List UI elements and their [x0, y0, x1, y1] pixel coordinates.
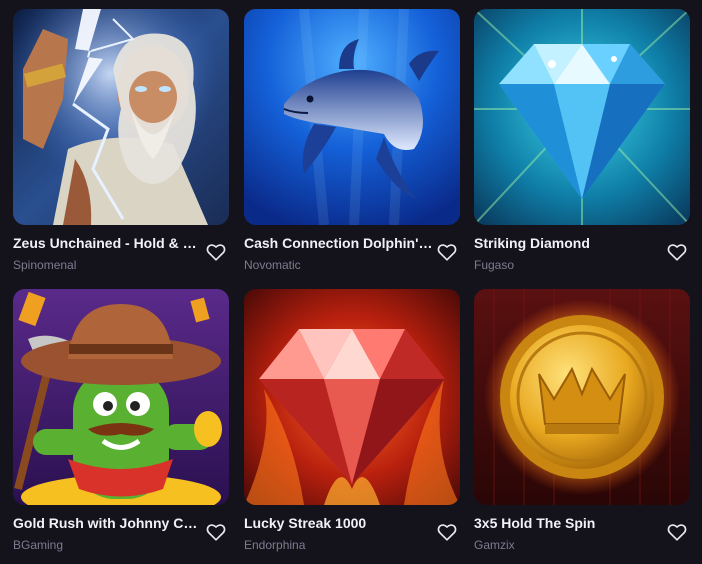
heart-outline-icon[interactable] — [666, 521, 688, 543]
game-card[interactable]: Lucky Streak 1000 Endorphina — [244, 289, 460, 559]
zeus-art — [13, 9, 229, 225]
game-thumbnail[interactable] — [474, 289, 690, 505]
game-title[interactable]: Lucky Streak 1000 — [244, 514, 436, 532]
game-title[interactable]: Zeus Unchained - Hold & Win — [13, 234, 205, 252]
heart-outline-icon[interactable] — [205, 241, 227, 263]
cactus-cowboy-art — [13, 289, 229, 505]
game-title[interactable]: Striking Diamond — [474, 234, 666, 252]
game-provider[interactable]: Spinomenal — [13, 257, 76, 273]
game-card[interactable]: Striking Diamond Fugaso — [474, 9, 690, 279]
game-provider[interactable]: Gamzix — [474, 537, 515, 553]
dolphin-art — [244, 9, 460, 225]
game-card[interactable]: 3x5 Hold The Spin Gamzix — [474, 289, 690, 559]
game-provider[interactable]: BGaming — [13, 537, 63, 553]
game-grid: Zeus Unchained - Hold & Win Spinomenal C… — [0, 0, 702, 564]
heart-outline-icon[interactable] — [205, 521, 227, 543]
game-thumbnail[interactable] — [244, 289, 460, 505]
gold-coin-art — [474, 289, 690, 505]
game-thumbnail[interactable] — [13, 9, 229, 225]
game-provider[interactable]: Endorphina — [244, 537, 305, 553]
game-card[interactable]: Cash Connection Dolphin's Pearl Novomati… — [244, 9, 460, 279]
game-title[interactable]: Cash Connection Dolphin's Pearl — [244, 234, 436, 252]
game-provider[interactable]: Novomatic — [244, 257, 301, 273]
game-provider[interactable]: Fugaso — [474, 257, 514, 273]
heart-outline-icon[interactable] — [436, 241, 458, 263]
red-gem-art — [244, 289, 460, 505]
game-card[interactable]: Zeus Unchained - Hold & Win Spinomenal — [13, 9, 229, 279]
blue-diamond-art — [474, 9, 690, 225]
heart-outline-icon[interactable] — [436, 521, 458, 543]
game-thumbnail[interactable] — [13, 289, 229, 505]
game-title[interactable]: Gold Rush with Johnny Cash — [13, 514, 205, 532]
game-thumbnail[interactable] — [474, 9, 690, 225]
heart-outline-icon[interactable] — [666, 241, 688, 263]
game-thumbnail[interactable] — [244, 9, 460, 225]
game-card[interactable]: Gold Rush with Johnny Cash BGaming — [13, 289, 229, 559]
game-title[interactable]: 3x5 Hold The Spin — [474, 514, 666, 532]
